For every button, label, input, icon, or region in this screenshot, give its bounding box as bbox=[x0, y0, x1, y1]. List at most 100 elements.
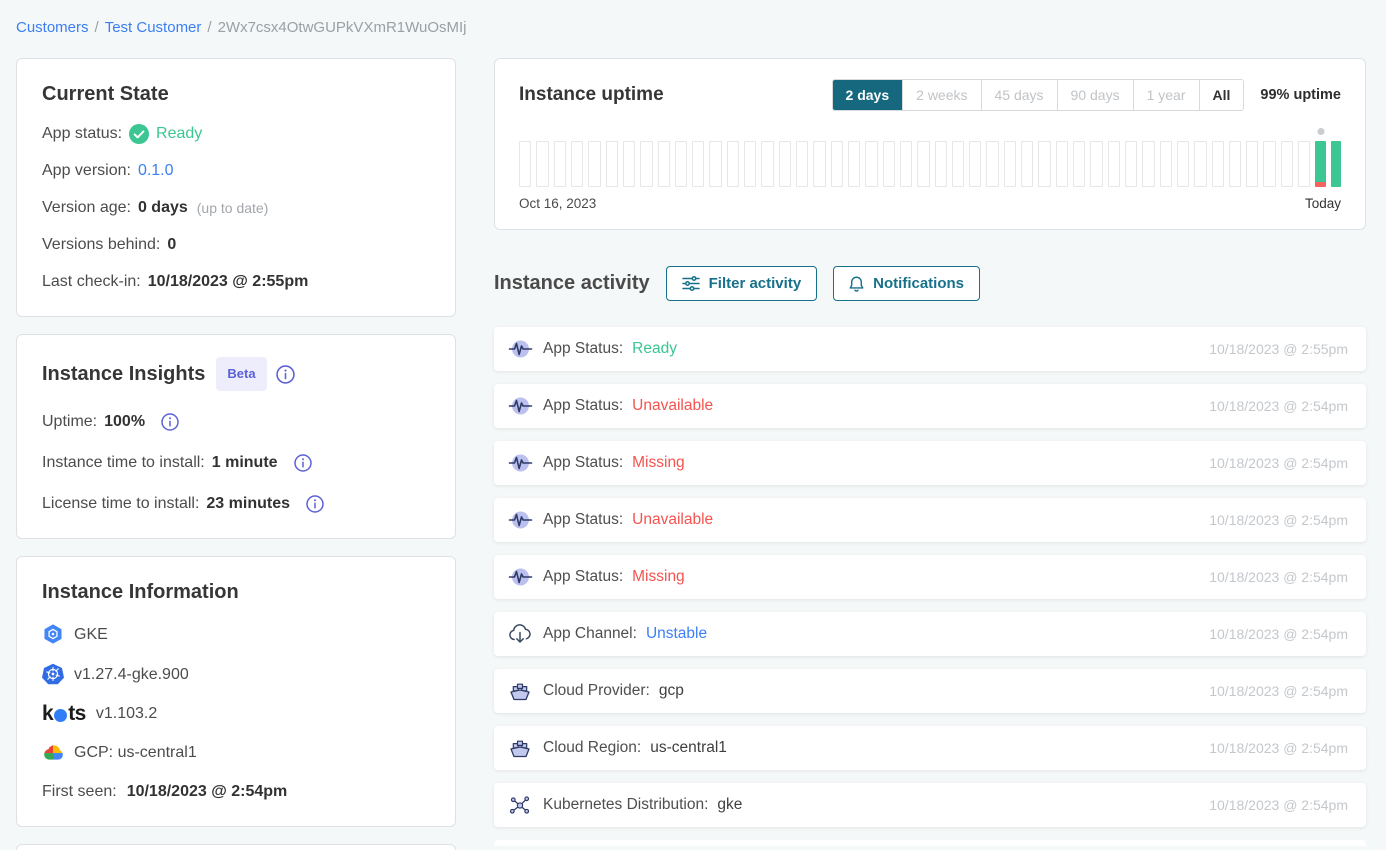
last-checkin-value: 10/18/2023 @ 2:55pm bbox=[148, 272, 309, 292]
range-button-2-weeks[interactable]: 2 weeks bbox=[902, 80, 980, 110]
uptime-bar-no-data[interactable] bbox=[1073, 141, 1085, 187]
uptime-bar-no-data[interactable] bbox=[1142, 141, 1154, 187]
uptime-bar-no-data[interactable] bbox=[1177, 141, 1189, 187]
uptime-bar-no-data[interactable] bbox=[1004, 141, 1016, 187]
breadcrumb-item-test-customer[interactable]: Test Customer bbox=[105, 19, 202, 36]
app-status-label: App status: bbox=[42, 124, 122, 144]
uptime-bar-no-data[interactable] bbox=[658, 141, 670, 187]
uptime-bar-no-data[interactable] bbox=[831, 141, 843, 187]
uptime-bar-no-data[interactable] bbox=[1125, 141, 1137, 187]
uptime-bar-no-data[interactable] bbox=[744, 141, 756, 187]
uptime-bar-no-data[interactable] bbox=[1263, 141, 1275, 187]
range-button-1-year[interactable]: 1 year bbox=[1133, 80, 1199, 110]
range-button-90-days[interactable]: 90 days bbox=[1057, 80, 1133, 110]
uptime-line: Uptime: 100% bbox=[42, 412, 430, 432]
license-install-value: 23 minutes bbox=[206, 494, 290, 514]
uptime-bar-no-data[interactable] bbox=[883, 141, 895, 187]
uptime-bar-no-data[interactable] bbox=[588, 141, 600, 187]
activity-row[interactable]: App Status: Ready 10/18/2023 @ 2:55pm bbox=[494, 327, 1366, 371]
notifications-button[interactable]: Notifications bbox=[833, 266, 980, 301]
activity-row-label: App Status: bbox=[543, 511, 623, 529]
uptime-bar-no-data[interactable] bbox=[1090, 141, 1102, 187]
range-button-all[interactable]: All bbox=[1199, 80, 1244, 110]
uptime-info-icon[interactable] bbox=[161, 413, 179, 431]
pulse-icon bbox=[508, 395, 533, 417]
notifications-label: Notifications bbox=[873, 274, 964, 293]
uptime-bar-no-data[interactable] bbox=[1246, 141, 1258, 187]
activity-row-value: Missing bbox=[632, 568, 685, 586]
uptime-bar-no-data[interactable] bbox=[1212, 141, 1224, 187]
version-age-label: Version age: bbox=[42, 198, 131, 218]
uptime-title: Instance uptime bbox=[519, 84, 664, 106]
filter-activity-button[interactable]: Filter activity bbox=[666, 266, 818, 301]
uptime-bar-no-data[interactable] bbox=[865, 141, 877, 187]
pulse-icon bbox=[508, 509, 533, 531]
uptime-bar-no-data[interactable] bbox=[1021, 141, 1033, 187]
instance-uptime-card: Instance uptime 2 days2 weeks45 days90 d… bbox=[494, 58, 1366, 230]
activity-row[interactable]: Cloud Region: us-central1 10/18/2023 @ 2… bbox=[494, 726, 1366, 770]
activity-row[interactable]: Kubernetes Distribution: gke 10/18/2023 … bbox=[494, 783, 1366, 827]
activity-row-value: gcp bbox=[659, 682, 684, 700]
uptime-bar-no-data[interactable] bbox=[796, 141, 808, 187]
activity-row[interactable]: App Status: Unavailable 10/18/2023 @ 2:5… bbox=[494, 384, 1366, 428]
uptime-bar-no-data[interactable] bbox=[1281, 141, 1293, 187]
instance-install-line: Instance time to install: 1 minute bbox=[42, 453, 430, 473]
uptime-bar-no-data[interactable] bbox=[761, 141, 773, 187]
uptime-bar-no-data[interactable] bbox=[1298, 141, 1310, 187]
uptime-bar-no-data[interactable] bbox=[848, 141, 860, 187]
instance-insights-card: Instance Insights Beta Uptime: 100% Inst… bbox=[16, 334, 456, 539]
activity-row[interactable]: Cloud Provider: gcp 10/18/2023 @ 2:54pm bbox=[494, 669, 1366, 713]
uptime-bar-no-data[interactable] bbox=[1194, 141, 1206, 187]
license-install-label: License time to install: bbox=[42, 494, 199, 514]
uptime-bar-no-data[interactable] bbox=[779, 141, 791, 187]
uptime-bar-no-data[interactable] bbox=[571, 141, 583, 187]
activity-row[interactable]: App Status: Missing 10/18/2023 @ 2:54pm bbox=[494, 555, 1366, 599]
uptime-label: Uptime: bbox=[42, 412, 97, 432]
range-button-45-days[interactable]: 45 days bbox=[981, 80, 1057, 110]
version-age-value: 0 days bbox=[138, 198, 188, 218]
activity-row-label: Cloud Provider: bbox=[543, 682, 650, 700]
uptime-bar-no-data[interactable] bbox=[917, 141, 929, 187]
uptime-bar-no-data[interactable] bbox=[1160, 141, 1172, 187]
last-checkin-label: Last check-in: bbox=[42, 272, 141, 292]
activity-row[interactable]: App Status: Unavailable 10/18/2023 @ 2:5… bbox=[494, 498, 1366, 542]
uptime-bar-no-data[interactable] bbox=[1108, 141, 1120, 187]
activity-row-timestamp: 10/18/2023 @ 2:54pm bbox=[1209, 512, 1348, 528]
activity-row-value: Unavailable bbox=[632, 397, 713, 415]
uptime-bar-no-data[interactable] bbox=[1038, 141, 1050, 187]
uptime-bar-no-data[interactable] bbox=[606, 141, 618, 187]
uptime-bar-no-data[interactable] bbox=[554, 141, 566, 187]
uptime-bar-no-data[interactable] bbox=[709, 141, 721, 187]
uptime-bar-no-data[interactable] bbox=[1229, 141, 1241, 187]
uptime-bar-no-data[interactable] bbox=[969, 141, 981, 187]
uptime-bar-no-data[interactable] bbox=[813, 141, 825, 187]
uptime-bar-no-data[interactable] bbox=[952, 141, 964, 187]
license-install-info-icon[interactable] bbox=[306, 495, 324, 513]
app-version-link[interactable]: 0.1.0 bbox=[138, 161, 174, 181]
cloud-location-line: GCP: us-central1 bbox=[42, 742, 430, 763]
uptime-bar-no-data[interactable] bbox=[640, 141, 652, 187]
activity-row[interactable]: App Channel: Unstable 10/18/2023 @ 2:54p… bbox=[494, 612, 1366, 656]
uptime-bar-no-data[interactable] bbox=[986, 141, 998, 187]
uptime-bar-no-data[interactable] bbox=[623, 141, 635, 187]
breadcrumb-item-customers[interactable]: Customers bbox=[16, 19, 89, 36]
uptime-bar-no-data[interactable] bbox=[692, 141, 704, 187]
activity-row-label: App Status: bbox=[543, 454, 623, 472]
uptime-bar-no-data[interactable] bbox=[900, 141, 912, 187]
insights-info-icon[interactable] bbox=[276, 365, 295, 384]
uptime-bar-no-data[interactable] bbox=[536, 141, 548, 187]
uptime-bar-up[interactable] bbox=[1331, 141, 1341, 187]
range-button-2-days[interactable]: 2 days bbox=[833, 80, 903, 110]
uptime-bar-no-data[interactable] bbox=[675, 141, 687, 187]
versions-behind-line: Versions behind: 0 bbox=[42, 235, 430, 255]
uptime-bar-no-data[interactable] bbox=[519, 141, 531, 187]
uptime-bar-no-data[interactable] bbox=[1056, 141, 1068, 187]
pulse-icon bbox=[508, 452, 533, 474]
uptime-bar-up-with-downtime[interactable] bbox=[1315, 141, 1325, 187]
cloud-download-icon bbox=[508, 624, 532, 645]
instance-install-info-icon[interactable] bbox=[294, 454, 312, 472]
activity-row[interactable]: App Status: Missing 10/18/2023 @ 2:54pm bbox=[494, 441, 1366, 485]
uptime-bar-no-data[interactable] bbox=[935, 141, 947, 187]
uptime-bar-no-data[interactable] bbox=[727, 141, 739, 187]
license-install-line: License time to install: 23 minutes bbox=[42, 494, 430, 514]
